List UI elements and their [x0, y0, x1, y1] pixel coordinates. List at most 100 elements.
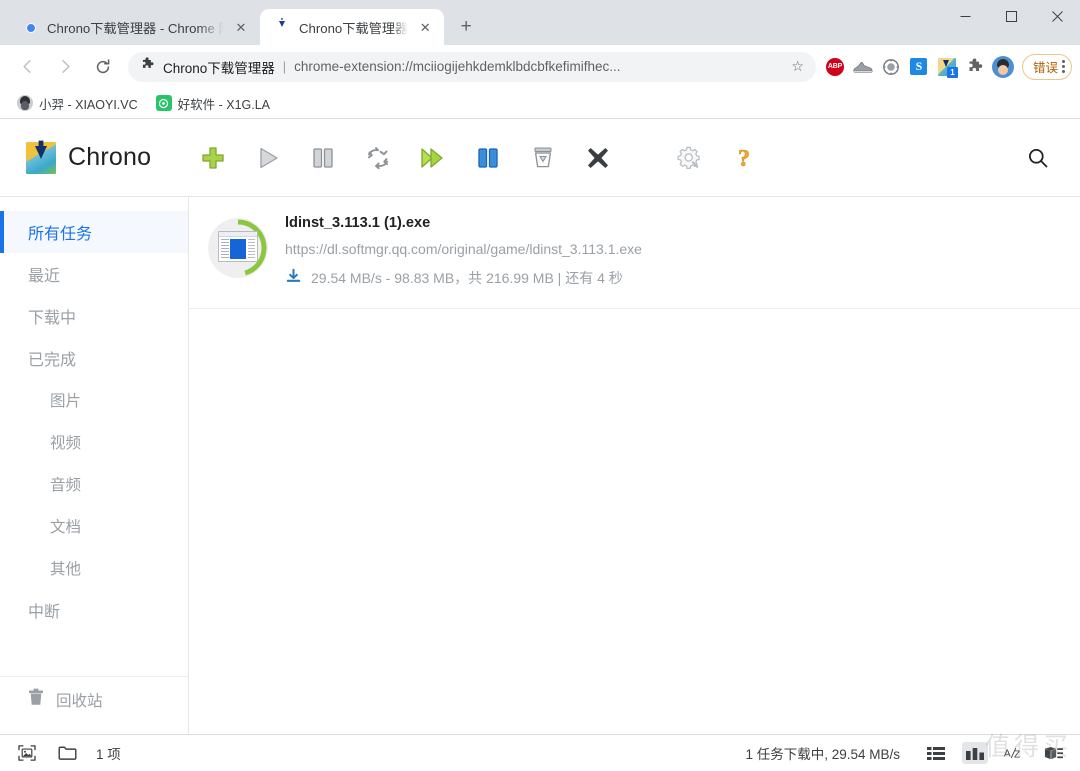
chrono-action-buttons: ?: [185, 134, 771, 182]
omnibox-divider: |: [282, 59, 287, 74]
trash-icon: [28, 688, 44, 711]
sidebar-item-completed[interactable]: 已完成: [0, 337, 188, 379]
download-url[interactable]: https://dl.softmgr.qq.com/original/game/…: [285, 241, 1060, 257]
sidebar-item-label: 回收站: [56, 692, 103, 710]
download-status-summary: 1 任务下载中, 29.54 MB/s: [745, 747, 900, 762]
chrono-toolbar: Chrono ?: [0, 119, 1080, 197]
gray-shield-icon[interactable]: [878, 54, 904, 80]
download-item[interactable]: ldinst_3.113.1 (1).exe https://dl.softmg…: [189, 197, 1080, 309]
app-title: Chrono: [68, 143, 152, 171]
new-tab-button[interactable]: +: [452, 13, 480, 41]
tab-title: Chrono下载管理器: [299, 20, 409, 36]
chrono-icon: [274, 19, 291, 36]
extension-puzzle-icon: [140, 56, 155, 77]
svg-text:Z: Z: [1014, 750, 1020, 761]
help-button[interactable]: ?: [716, 134, 771, 182]
search-icon[interactable]: [1016, 136, 1060, 180]
download-thumbnail: [207, 217, 269, 279]
download-arrow-icon: [285, 268, 302, 288]
chrome-icon: [22, 19, 39, 36]
clear-button[interactable]: [515, 134, 570, 182]
sidebar-item-images[interactable]: 图片: [0, 379, 188, 421]
chrono-badge-count: 1: [946, 66, 958, 78]
shoe-extension-icon[interactable]: [850, 54, 876, 80]
sidebar-item-label: 其他: [50, 561, 82, 578]
profile-avatar[interactable]: [990, 54, 1016, 80]
chrome-menu-button[interactable]: [1062, 60, 1065, 73]
sidebar-item-label: 视频: [50, 435, 82, 452]
sidebar-item-downloading[interactable]: 下载中: [0, 295, 188, 337]
bookmark-label: 好软件 - X1G.LA: [177, 97, 271, 112]
tab-close-button[interactable]: ✕: [416, 18, 434, 36]
pause-button[interactable]: [295, 134, 350, 182]
bookmark-haoruanjian[interactable]: 好软件 - X1G.LA: [149, 91, 277, 116]
bookmark-star-icon[interactable]: ☆: [785, 58, 810, 75]
item-count-label: 1 项: [96, 747, 121, 762]
omnibox-extension-name: Chrono下载管理器: [163, 60, 275, 76]
window-controls: [942, 0, 1080, 45]
sidebar-item-label: 最近: [28, 268, 61, 285]
sidebar: 所有任务 最近 下载中 已完成 图片 视频 音频 文档 其他 中断 回收站: [0, 197, 189, 734]
s-extension-icon[interactable]: S: [906, 54, 932, 80]
sidebar-item-recycle-bin[interactable]: 回收站: [0, 676, 188, 722]
add-download-button[interactable]: [185, 134, 240, 182]
chrono-brand: Chrono: [26, 141, 152, 174]
tab-close-button[interactable]: ✕: [232, 18, 250, 36]
chrono-app: Chrono ? 所有任务 最近 下载中 已完成 图片 视频 音频 文档 其他 …: [0, 119, 1080, 771]
sidebar-item-audio[interactable]: 音频: [0, 463, 188, 505]
forward-button[interactable]: [49, 51, 81, 83]
tab-chrono-store[interactable]: Chrono下载管理器 - Chrome 网 ✕: [8, 9, 260, 45]
download-info: ldinst_3.113.1 (1).exe https://dl.softmg…: [285, 215, 1060, 288]
download-filename: ldinst_3.113.1 (1).exe: [285, 215, 431, 231]
back-button[interactable]: [11, 51, 43, 83]
retry-button[interactable]: [350, 134, 405, 182]
address-bar[interactable]: Chrono下载管理器 | chrome-extension://mciiogi…: [128, 51, 816, 82]
close-window-button[interactable]: [1034, 0, 1080, 32]
app-window-icon: [218, 231, 258, 262]
extension-icons: ABP S 1 错误: [822, 53, 1072, 80]
chrono-extension-icon[interactable]: 1: [934, 54, 960, 80]
green-square-bookmark-icon: [155, 95, 172, 111]
folder-icon[interactable]: [54, 742, 80, 764]
minimize-button[interactable]: [942, 0, 988, 32]
status-bar-right: 1 任务下载中, 29.54 MB/s A Z: [745, 742, 1066, 764]
bookmark-xiaoyi[interactable]: 小羿 - XIAOYI.VC: [10, 91, 145, 116]
error-badge[interactable]: 错误: [1021, 53, 1072, 80]
status-bar-left: 1 项: [14, 742, 121, 764]
sidebar-item-label: 文档: [50, 519, 82, 536]
sidebar-item-interrupted[interactable]: 中断: [0, 589, 188, 631]
cancel-button[interactable]: [570, 134, 625, 182]
puzzle-extensions-icon[interactable]: [962, 54, 988, 80]
download-status-text: 29.54 MB/s - 98.83 MB，共 216.99 MB | 还有 4…: [311, 270, 623, 286]
sidebar-item-label: 下载中: [28, 310, 77, 327]
tab-strip: Chrono下载管理器 - Chrome 网 ✕ Chrono下载管理器 ✕ +: [0, 0, 1080, 45]
sidebar-item-label: 音频: [50, 477, 82, 494]
settings-button[interactable]: [661, 134, 716, 182]
bookmark-label: 小羿 - XIAOYI.VC: [39, 97, 138, 112]
list-view-button[interactable]: [923, 742, 949, 764]
resume-button[interactable]: [240, 134, 295, 182]
image-thumbnail-icon[interactable]: [14, 742, 40, 764]
grid-view-button[interactable]: [962, 742, 988, 764]
svg-text:A: A: [1004, 749, 1011, 760]
resume-all-button[interactable]: [405, 134, 460, 182]
reload-button[interactable]: [87, 51, 119, 83]
sort-alpha-button[interactable]: A Z: [1001, 742, 1027, 764]
sidebar-item-all-tasks[interactable]: 所有任务: [0, 211, 188, 253]
bookmarks-bar: 小羿 - XIAOYI.VC 好软件 - X1G.LA: [0, 88, 1080, 118]
browser-window: Chrono下载管理器 - Chrome 网 ✕ Chrono下载管理器 ✕ +: [0, 0, 1080, 771]
sidebar-item-videos[interactable]: 视频: [0, 421, 188, 463]
sidebar-item-label: 图片: [50, 393, 82, 410]
omnibox-url[interactable]: chrome-extension://mciiogijehkdemklbdcbf…: [294, 59, 777, 74]
sidebar-item-label: 中断: [28, 604, 61, 621]
chrono-logo-icon: [26, 141, 56, 174]
pause-all-button[interactable]: [460, 134, 515, 182]
sidebar-item-recent[interactable]: 最近: [0, 253, 188, 295]
tab-chrono-download-manager[interactable]: Chrono下载管理器 ✕: [260, 9, 445, 45]
sort-order-button[interactable]: [1040, 742, 1066, 764]
sidebar-item-documents[interactable]: 文档: [0, 505, 188, 547]
error-badge-label: 错误: [1032, 61, 1058, 75]
adblock-plus-icon[interactable]: ABP: [822, 54, 848, 80]
sidebar-item-other[interactable]: 其他: [0, 547, 188, 589]
maximize-button[interactable]: [988, 0, 1034, 32]
